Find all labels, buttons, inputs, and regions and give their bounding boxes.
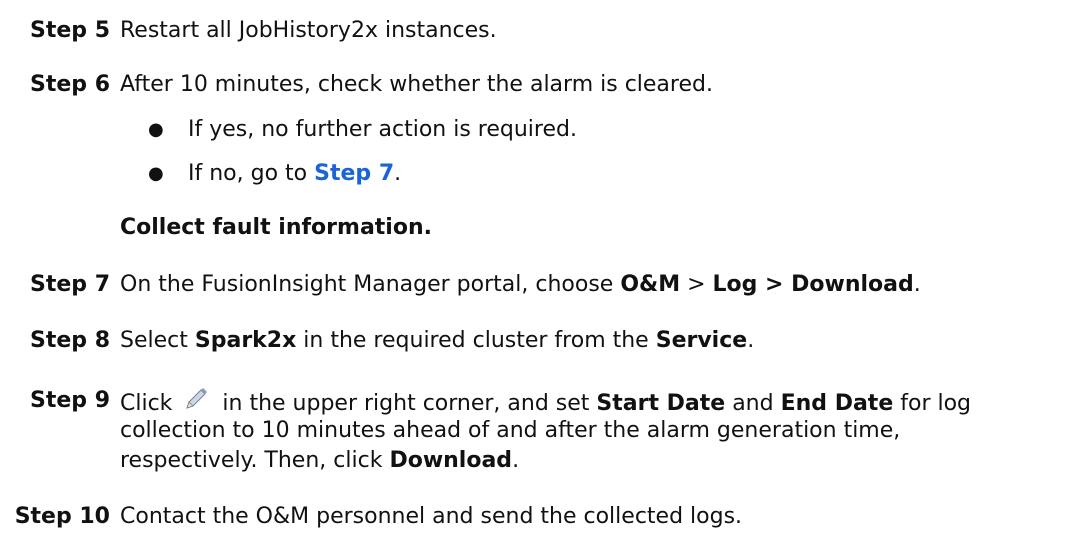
step-text: Restart all JobHistory2x instances. <box>120 18 497 43</box>
step-text: Select Spark2x in the required cluster f… <box>120 328 755 353</box>
step-label: Step 5 <box>30 18 110 43</box>
step-label: Step 7 <box>30 272 110 297</box>
step-label: Step 10 <box>14 504 110 529</box>
section-heading: Collect fault information. <box>120 215 432 240</box>
step-text: On the FusionInsight Manager portal, cho… <box>120 272 921 297</box>
step-label: Step 6 <box>30 72 110 97</box>
step-text: collection to 10 minutes ahead of and af… <box>120 418 901 443</box>
step-text: After 10 minutes, check whether the alar… <box>120 72 713 97</box>
bullet-icon: ● <box>148 163 164 184</box>
step-label: Step 9 <box>30 388 110 413</box>
step-text: respectively. Then, click Download. <box>120 448 520 473</box>
bullet-text: If no, go to Step 7. <box>188 161 402 186</box>
step-text: Click in the upper right corner, and set… <box>120 386 971 419</box>
step-7-link[interactable]: Step 7 <box>314 161 394 186</box>
step-label: Step 8 <box>30 328 110 353</box>
bullet-icon: ● <box>148 119 164 140</box>
bullet-text: If yes, no further action is required. <box>188 117 577 142</box>
pencil-edit-icon[interactable] <box>183 386 209 412</box>
step-text: Contact the O&M personnel and send the c… <box>120 504 743 529</box>
